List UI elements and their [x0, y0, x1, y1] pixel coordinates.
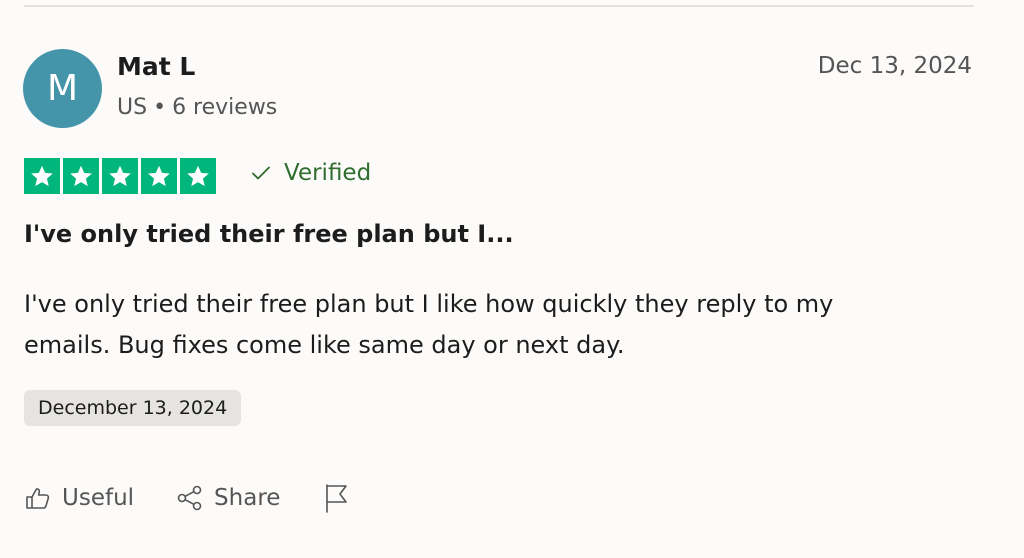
thumbs-up-icon	[24, 484, 52, 512]
review-title[interactable]: I've only tried their free plan but I...	[24, 220, 514, 248]
review-actions: Useful Share	[24, 480, 350, 516]
review-card: M Mat L US • 6 reviews Dec 13, 2024 Verifi…	[0, 0, 1024, 558]
share-label: Share	[214, 485, 281, 511]
reviewer-review-count: 6 reviews	[172, 95, 278, 120]
reviewer-meta: US • 6 reviews	[117, 95, 277, 120]
star-icon	[102, 158, 138, 194]
useful-button[interactable]: Useful	[24, 484, 134, 512]
review-date: Dec 13, 2024	[817, 53, 972, 79]
report-button[interactable]	[322, 483, 350, 513]
reviewer-country: US	[117, 95, 148, 120]
checkmark-icon	[250, 162, 272, 184]
share-icon	[176, 484, 204, 512]
star-icon	[180, 158, 216, 194]
star-icon	[141, 158, 177, 194]
useful-label: Useful	[62, 485, 135, 511]
avatar[interactable]: M	[23, 49, 102, 128]
star-icon	[24, 158, 60, 194]
verified-label: Verified	[284, 160, 372, 186]
experience-date-badge: December 13, 2024	[24, 390, 242, 426]
verified-badge[interactable]: Verified	[250, 160, 371, 186]
meta-separator: •	[153, 95, 167, 120]
star-rating	[24, 158, 216, 194]
share-button[interactable]: Share	[176, 484, 280, 512]
star-icon	[63, 158, 99, 194]
review-body-line: emails. Bug fixes come like same day or …	[24, 331, 625, 359]
top-divider	[24, 5, 974, 7]
flag-icon	[322, 483, 350, 513]
review-body: I've only tried their free plan but I li…	[24, 284, 924, 366]
review-body-line: I've only tried their free plan but I li…	[24, 290, 834, 318]
reviewer-name[interactable]: Mat L	[117, 52, 195, 81]
